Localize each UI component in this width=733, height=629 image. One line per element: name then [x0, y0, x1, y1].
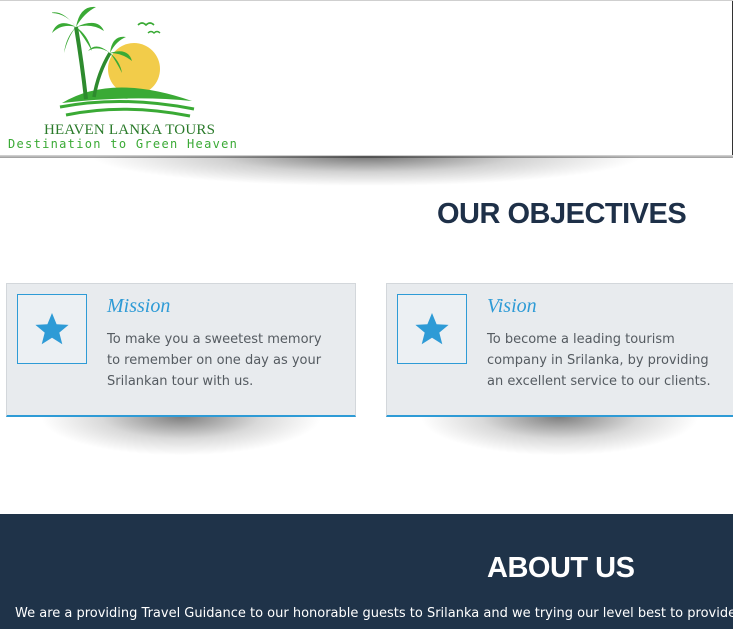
logo[interactable]: HEAVEN LANKA TOURS Destination to Green …: [8, 3, 258, 153]
about-heading: ABOUT US: [487, 552, 635, 584]
mission-card-shadow: [6, 417, 356, 465]
vision-title: Vision: [487, 295, 537, 317]
logo-tagline: Destination to Green Heaven: [8, 137, 239, 151]
objectives-heading: OUR OBJECTIVES: [437, 198, 687, 230]
site-header: HEAVEN LANKA TOURS Destination to Green …: [0, 0, 733, 157]
star-icon: [35, 313, 69, 345]
palm-island-logo-icon: [52, 6, 195, 118]
vision-text: To become a leading tourism company in S…: [487, 332, 711, 389]
vision-card: Vision To become a leading tourism compa…: [386, 283, 733, 417]
mission-title: Mission: [107, 295, 171, 317]
page: HEAVEN LANKA TOURS Destination to Green …: [0, 0, 733, 629]
header-shadow: [0, 156, 733, 196]
mission-icon-box: [17, 294, 87, 364]
vision-card-shadow: [386, 417, 733, 465]
mission-text: To make you a sweetest memory to remembe…: [107, 332, 322, 389]
vision-icon-box: [397, 294, 467, 364]
about-text: We are a providing Travel Guidance to ou…: [15, 606, 733, 621]
star-icon: [415, 313, 449, 345]
about-section: ABOUT US We are a providing Travel Guida…: [0, 514, 733, 629]
mission-card: Mission To make you a sweetest memory to…: [6, 283, 356, 417]
